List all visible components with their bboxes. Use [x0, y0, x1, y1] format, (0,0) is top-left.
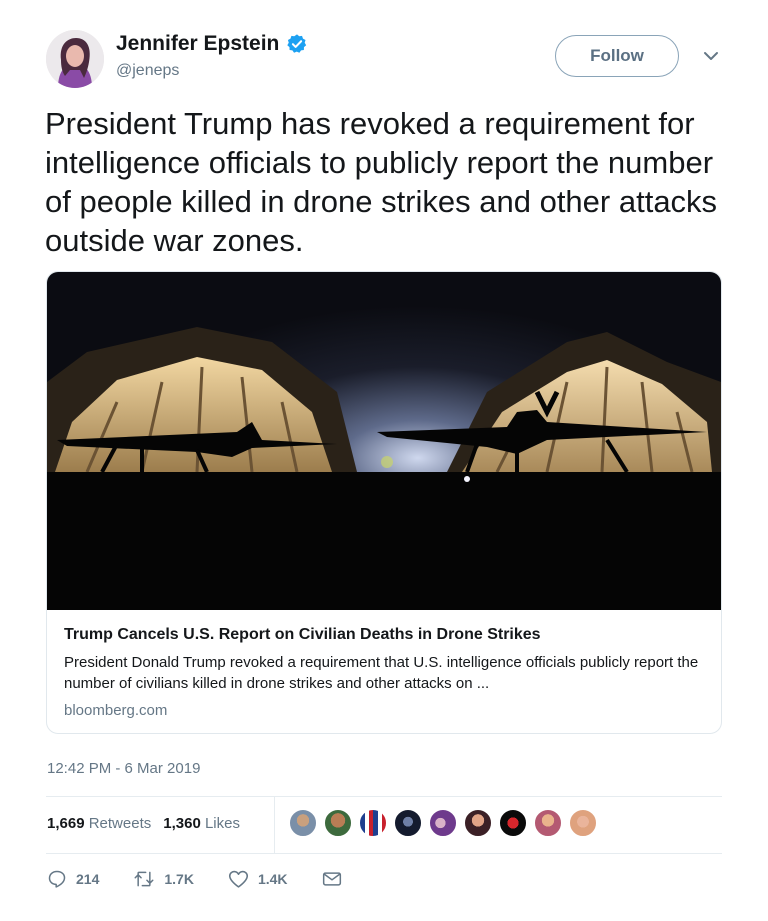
card-domain: bloomberg.com [64, 702, 168, 719]
liker-avatar[interactable] [534, 809, 562, 837]
retweet-count: 1.7K [164, 871, 194, 887]
timestamp[interactable]: 12:42 PM - 6 Mar 2019 [47, 760, 200, 777]
tweet-text: President Trump has revoked a requiremen… [45, 106, 718, 258]
liker-avatar[interactable] [499, 809, 527, 837]
liker-avatar[interactable] [289, 809, 317, 837]
card-title[interactable]: Trump Cancels U.S. Report on Civilian De… [64, 626, 541, 644]
liker-avatar[interactable] [429, 809, 457, 837]
liker-avatar[interactable] [464, 809, 492, 837]
link-card[interactable]: Trump Cancels U.S. Report on Civilian De… [46, 271, 722, 734]
retweets-stat[interactable]: 1,669 Retweets [47, 815, 151, 832]
liker-avatar[interactable] [394, 809, 422, 837]
retweets-count: 1,669 [47, 815, 85, 832]
likes-label: Likes [204, 815, 240, 832]
direct-message-icon [322, 872, 341, 886]
verified-badge-icon [287, 34, 307, 53]
avatar-image [46, 30, 104, 88]
card-description: President Donald Trump revoked a require… [64, 654, 699, 692]
like-count: 1.4K [257, 871, 288, 887]
retweet-button[interactable]: 1.7K [133, 869, 194, 889]
retweets-label: Retweets [88, 815, 152, 832]
reply-count: 214 [76, 871, 100, 887]
liker-avatar[interactable] [324, 809, 352, 837]
engagement-stats: 1,669 Retweets 1,360 Likes [47, 815, 240, 832]
avatar[interactable] [46, 30, 104, 88]
liker-avatar[interactable] [569, 809, 597, 837]
like-icon [228, 870, 248, 888]
author-name-text[interactable]: Jennifer Epstein [116, 32, 279, 56]
like-button[interactable]: 1.4K [228, 869, 288, 889]
action-bar: 214 1.7K 1.4K [47, 869, 385, 889]
stats-divider [274, 797, 275, 853]
liker-avatar[interactable] [359, 809, 387, 837]
author-name[interactable]: Jennifer Epstein [116, 32, 308, 56]
likes-stat[interactable]: 1,360 Likes [163, 815, 240, 832]
divider [46, 853, 722, 854]
reply-icon [48, 870, 66, 888]
likers-facepile [289, 809, 604, 837]
reply-button[interactable]: 214 [47, 869, 99, 889]
card-image [47, 272, 721, 610]
follow-button[interactable]: Follow [555, 35, 679, 77]
direct-message-button[interactable] [322, 870, 351, 888]
divider [46, 796, 722, 797]
likes-count: 1,360 [163, 815, 201, 832]
author-handle[interactable]: @jeneps [116, 62, 179, 80]
retweet-icon [134, 871, 154, 887]
chevron-down-icon[interactable] [703, 50, 719, 62]
